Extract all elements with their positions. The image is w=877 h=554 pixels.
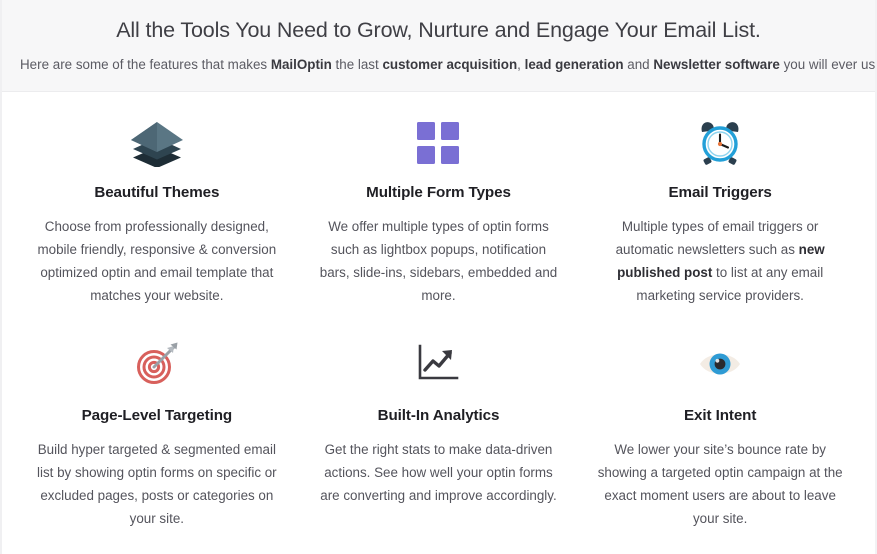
layers-icon [34,116,280,170]
alarm-clock-icon [597,116,843,170]
feature-title: Exit Intent [684,406,757,424]
feature-grid-row-1: Beautiful Themes Choose from professiona… [2,92,875,317]
feature-description: We lower your site’s bounce rate by show… [597,441,843,526]
feature-title: Email Triggers [668,183,772,201]
analytics-chart-icon [316,337,562,391]
feature-description: Get the right stats to make data-driven … [320,441,557,503]
page-subtitle: Here are some of the features that makes… [20,56,877,72]
feature-card-exit-intent: Exit Intent We lower your site’s bounce … [579,329,861,540]
features-page: All the Tools You Need to Grow, Nurture … [0,0,877,554]
grid-squares-icon [316,116,562,170]
eye-icon [597,337,843,391]
feature-card-page-level-targeting: Page-Level Targeting Build hyper targete… [16,329,298,540]
target-arrow-icon [34,337,280,391]
feature-card-beautiful-themes: Beautiful Themes Choose from professiona… [16,108,298,317]
page-header: All the Tools You Need to Grow, Nurture … [2,0,875,92]
feature-title: Beautiful Themes [94,183,220,201]
page-title: All the Tools You Need to Grow, Nurture … [116,18,761,42]
feature-card-multiple-form-types: Multiple Form Types We offer multiple ty… [298,108,580,317]
feature-card-email-triggers: Email Triggers Multiple types of email t… [579,108,861,317]
feature-title: Built-In Analytics [377,406,500,424]
feature-title: Page-Level Targeting [81,406,233,424]
feature-card-built-in-analytics: Built-In Analytics Get the right stats t… [298,329,580,540]
feature-description: Build hyper targeted & segmented email l… [37,441,277,526]
feature-description: Multiple types of email triggers or auto… [615,218,825,303]
feature-grid-row-2: Page-Level Targeting Build hyper targete… [2,317,875,540]
feature-description: We offer multiple types of optin forms s… [319,218,558,303]
feature-title: Multiple Form Types [366,183,511,201]
feature-description: Choose from professionally designed, mob… [37,218,277,303]
